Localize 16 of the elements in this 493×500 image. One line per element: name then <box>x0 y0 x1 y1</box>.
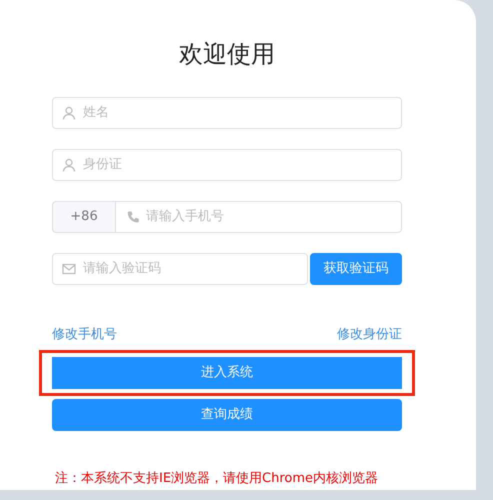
page-title: 欢迎使用 <box>178 39 276 70</box>
query-button[interactable]: 查询成绩 <box>52 398 402 430</box>
input-field[interactable]: 姓名 <box>52 97 402 129</box>
input-field[interactable]: 身份证 <box>52 149 402 181</box>
enter-button[interactable]: 进入系统 <box>39 350 415 396</box>
input-field[interactable]: 请输入手机号 <box>116 201 402 233</box>
phone-icon <box>126 210 140 224</box>
country-code: +86 <box>52 201 116 233</box>
edit-phone-link[interactable]: 修改手机号 <box>52 325 117 344</box>
notice-text: 注：本系统不支持IE浏览器，请使用Chrome内核浏览器 <box>55 470 380 488</box>
input-field[interactable]: 请输入验证码 <box>52 253 308 285</box>
get-code-button[interactable]: 获取验证码 <box>310 253 402 285</box>
person-icon <box>62 106 76 120</box>
mail-icon <box>62 262 76 276</box>
edit-id-link[interactable]: 修改身份证 <box>337 325 402 344</box>
person-icon <box>62 158 76 172</box>
